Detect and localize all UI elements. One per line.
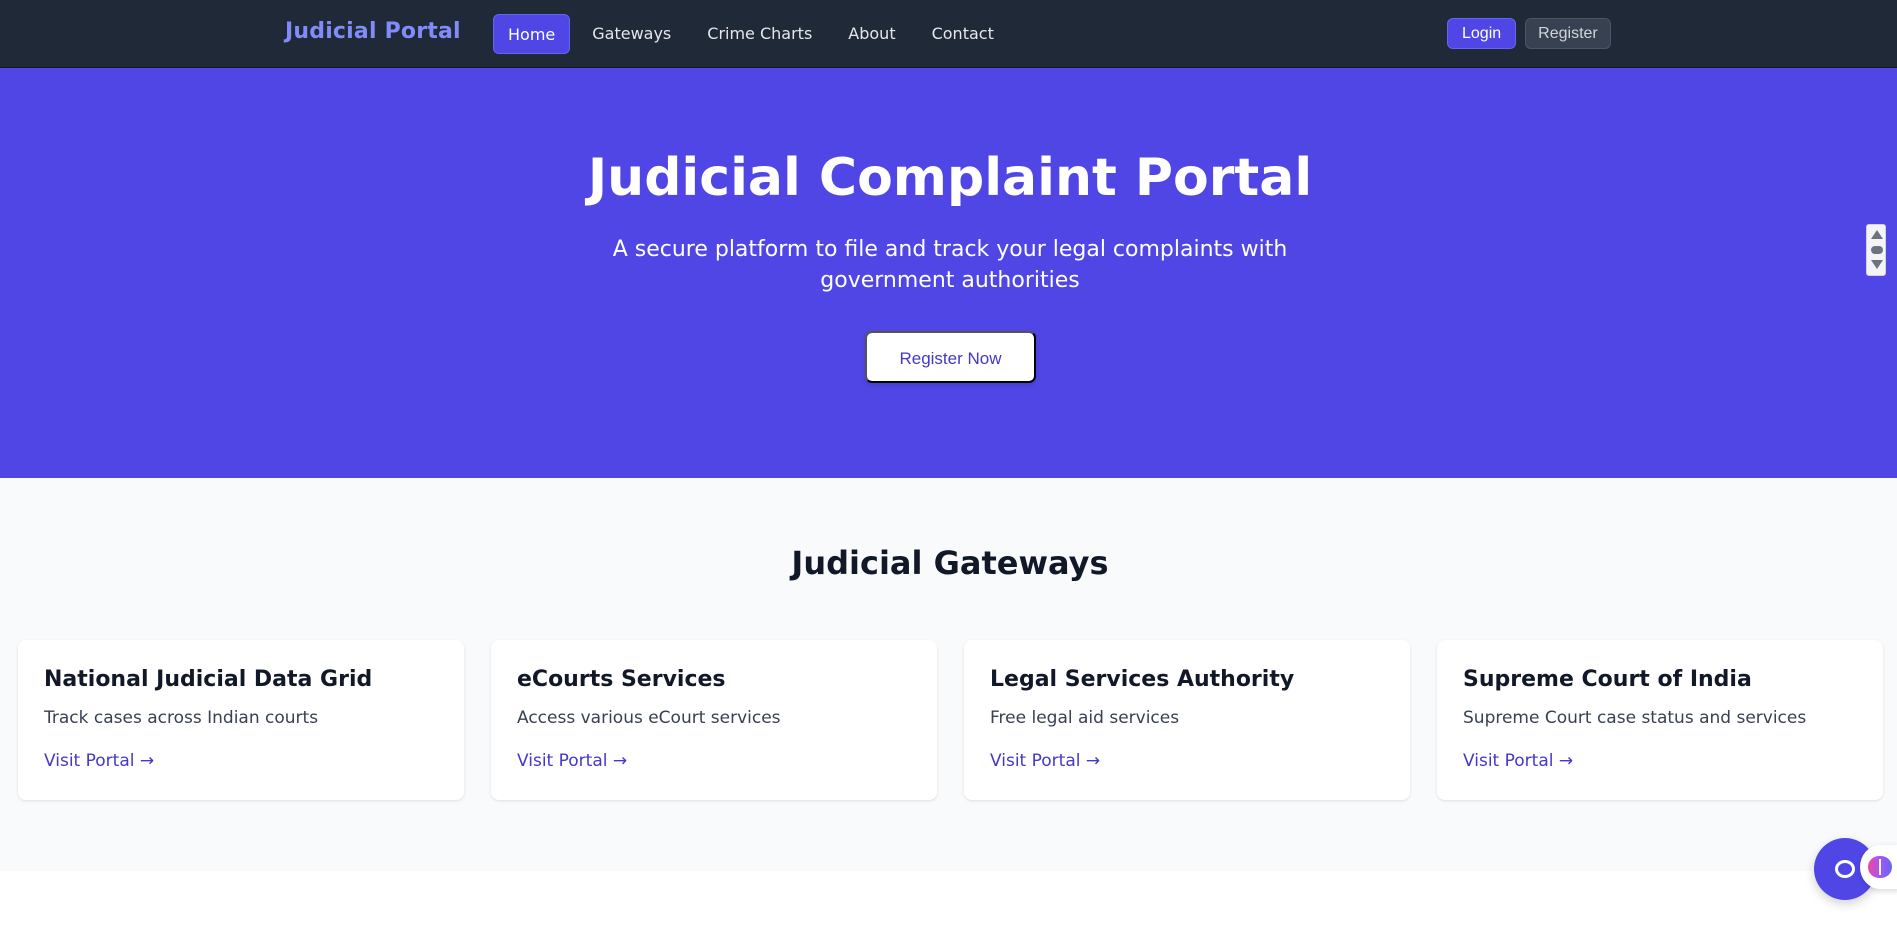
nav-gateways[interactable]: Gateways (578, 14, 685, 54)
visit-portal-link[interactable]: Visit Portal → (1463, 751, 1573, 771)
gateway-card-supreme-court: Supreme Court of India Supreme Court cas… (1437, 640, 1883, 800)
hero-subtitle: A secure platform to file and track your… (612, 237, 1288, 293)
card-description: Track cases across Indian courts (44, 708, 319, 728)
section-title: Judicial Gateways (791, 544, 1109, 582)
visit-portal-link[interactable]: Visit Portal → (990, 751, 1100, 771)
card-title: Supreme Court of India (1463, 667, 1752, 692)
card-description: Free legal aid services (990, 708, 1180, 728)
gateways-section: Judicial Gateways National Judicial Data… (0, 478, 1897, 871)
card-description: Supreme Court case status and services (1463, 708, 1807, 728)
drag-handle-icon[interactable] (1871, 246, 1883, 254)
register-now-button[interactable]: Register Now (865, 331, 1036, 383)
card-title: Legal Services Authority (990, 667, 1295, 692)
card-description: Access various eCourt services (517, 708, 781, 728)
arrow-up-icon[interactable] (1871, 230, 1883, 239)
page-bottom-area (0, 871, 1897, 926)
gateway-card-ecourts: eCourts Services Access various eCourt s… (491, 640, 937, 800)
nav-contact[interactable]: Contact (918, 14, 1008, 54)
brain-icon (1868, 856, 1892, 878)
auth-buttons: Login Register (1447, 18, 1611, 49)
register-button[interactable]: Register (1525, 18, 1611, 49)
arrow-down-icon[interactable] (1871, 260, 1883, 269)
brand-logo[interactable]: Judicial Portal (285, 19, 461, 44)
visit-portal-link[interactable]: Visit Portal → (517, 751, 627, 771)
card-title: eCourts Services (517, 667, 726, 692)
gateway-card-njdg: National Judicial Data Grid Track cases … (18, 640, 464, 800)
gateway-card-legal-services: Legal Services Authority Free legal aid … (964, 640, 1410, 800)
nav-about[interactable]: About (834, 14, 909, 54)
hero-section: Judicial Complaint Portal A secure platf… (0, 68, 1897, 478)
chat-bubble-icon (1835, 860, 1855, 878)
main-nav: Home Gateways Crime Charts About Contact (493, 14, 1008, 54)
login-button[interactable]: Login (1447, 18, 1517, 49)
visit-portal-link[interactable]: Visit Portal → (44, 751, 154, 771)
card-title: National Judicial Data Grid (44, 667, 373, 692)
extension-badge[interactable] (1860, 845, 1897, 889)
nav-home[interactable]: Home (493, 14, 571, 54)
hero-title: Judicial Complaint Portal (587, 148, 1313, 208)
nav-crime-charts[interactable]: Crime Charts (693, 14, 826, 54)
scroll-control[interactable] (1866, 224, 1886, 276)
top-navbar: Judicial Portal Home Gateways Crime Char… (0, 0, 1897, 68)
